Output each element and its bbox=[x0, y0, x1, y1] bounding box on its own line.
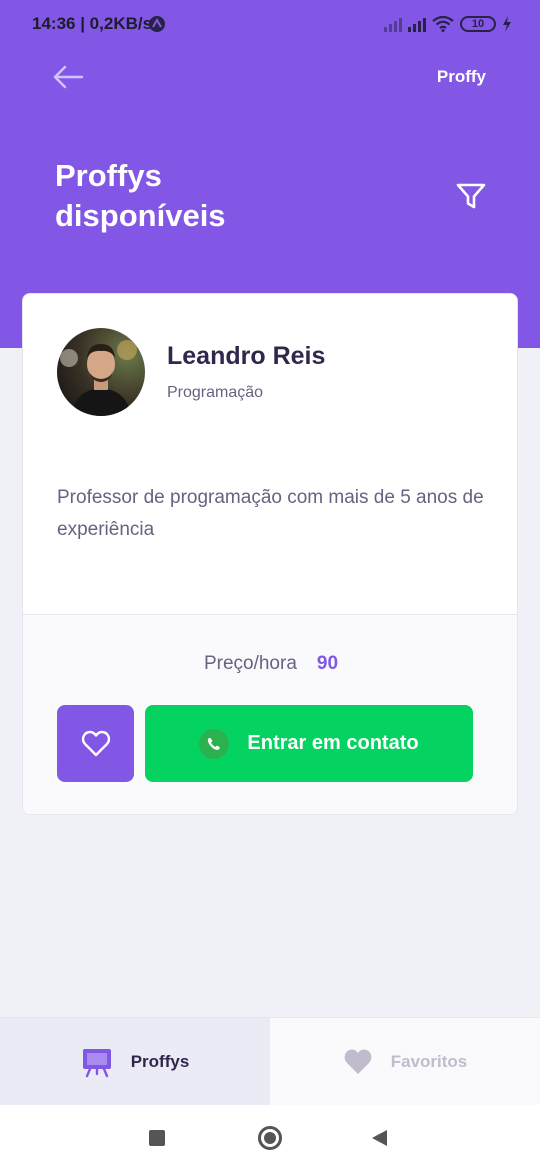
whatsapp-icon bbox=[199, 728, 230, 759]
filter-icon[interactable] bbox=[456, 182, 486, 210]
app-notification-icon bbox=[149, 16, 165, 32]
status-bar: 14:36 | 0,2KB/s 10 bbox=[0, 0, 540, 48]
status-icons: 10 bbox=[384, 14, 512, 34]
page-title-line2: disponíveis bbox=[55, 198, 226, 233]
price-row: Preço/hora 90 bbox=[23, 653, 517, 675]
heart-filled-icon bbox=[344, 1049, 372, 1074]
wifi-icon bbox=[432, 16, 454, 32]
back-arrow-icon[interactable] bbox=[52, 64, 84, 90]
bottom-tab-bar: Proffys Favoritos bbox=[0, 1017, 540, 1106]
teacher-bio: Professor de programação com mais de 5 a… bbox=[57, 487, 484, 540]
system-back-icon[interactable] bbox=[372, 1130, 387, 1146]
home-icon[interactable] bbox=[258, 1126, 282, 1150]
tab-favoritos-label: Favoritos bbox=[390, 1052, 468, 1071]
battery-icon: 10 bbox=[460, 16, 496, 32]
brand-logo: Proffy bbox=[436, 67, 486, 86]
recent-apps-icon[interactable] bbox=[149, 1130, 165, 1146]
status-time: 14:36 | 0,2KB/s bbox=[32, 14, 153, 33]
teacher-subject: Programação bbox=[167, 384, 264, 401]
price-value: 90 bbox=[316, 653, 339, 674]
teacher-card: Leandro Reis Programação Professor de pr… bbox=[22, 293, 518, 815]
charging-icon bbox=[503, 16, 511, 32]
tv-easel-icon bbox=[82, 1049, 111, 1078]
system-navigation-bar bbox=[0, 1105, 540, 1170]
teacher-avatar bbox=[57, 328, 145, 416]
signal-icon-2 bbox=[408, 16, 426, 32]
favorite-button[interactable] bbox=[57, 705, 134, 782]
price-label: Preço/hora bbox=[203, 653, 297, 674]
page-title: Proffys disponíveis bbox=[55, 156, 315, 236]
tab-proffys-label: Proffys bbox=[130, 1052, 190, 1071]
teacher-name: Leandro Reis bbox=[167, 342, 326, 370]
contact-button-label: Entrar em contato bbox=[247, 732, 419, 754]
heart-outline-icon bbox=[81, 730, 110, 756]
signal-icon bbox=[384, 16, 402, 32]
tab-proffys[interactable]: Proffys bbox=[0, 1018, 270, 1106]
card-footer: Preço/hora 90 Entrar em contato bbox=[23, 614, 517, 814]
contact-button[interactable]: Entrar em contato bbox=[145, 705, 473, 782]
tab-favoritos[interactable]: Favoritos bbox=[270, 1018, 540, 1106]
page-title-line1: Proffys bbox=[55, 158, 162, 193]
